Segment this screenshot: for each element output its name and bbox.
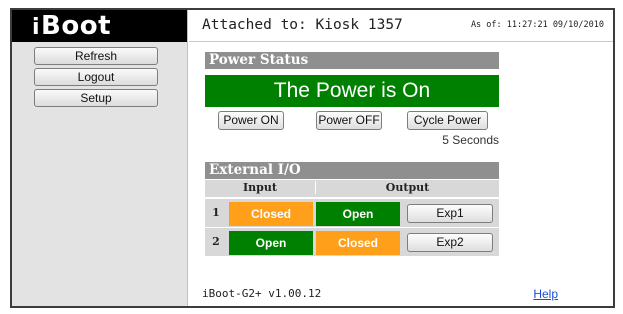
logo-name: Boot: [41, 11, 112, 41]
io-row-number: 1: [212, 206, 220, 219]
attached-device-title: Attached to: Kiosk 1357: [202, 17, 403, 33]
footer: iBoot-G2+ v1.00.12 Help: [189, 282, 613, 306]
last-updated-timestamp: As of: 11:27:21 09/10/2010: [470, 20, 604, 30]
io-input-status: Closed: [229, 202, 313, 226]
header-bar: Attached to: Kiosk 1357 As of: 11:27:21 …: [189, 10, 613, 42]
refresh-button[interactable]: Refresh: [34, 47, 158, 65]
logout-button[interactable]: Logout: [34, 68, 158, 86]
io-output-status: Closed: [316, 231, 400, 255]
sidebar: iBoot Refresh Logout Setup: [12, 10, 188, 306]
io-output-status: Open: [316, 202, 400, 226]
main-panel: Attached to: Kiosk 1357 As of: 11:27:21 …: [189, 10, 613, 306]
io-row-number: 2: [212, 235, 220, 248]
firmware-version: iBoot-G2+ v1.00.12: [202, 287, 322, 300]
setup-button[interactable]: Setup: [34, 89, 158, 107]
io-table-header: Input Output: [205, 180, 499, 197]
power-status-banner: The Power is On: [205, 75, 499, 107]
exp2-button[interactable]: Exp2: [407, 233, 493, 252]
external-io-heading: External I/O: [205, 162, 499, 179]
power-status-heading: Power Status: [205, 52, 499, 69]
io-output-header: Output: [315, 181, 499, 194]
power-on-button[interactable]: Power ON: [218, 111, 284, 130]
io-input-header: Input: [243, 181, 277, 194]
help-link[interactable]: Help: [533, 287, 558, 301]
app-window: iBoot Refresh Logout Setup Attached to: …: [10, 8, 615, 308]
power-off-button[interactable]: Power OFF: [316, 111, 382, 130]
logo-prefix: i: [32, 15, 41, 40]
cycle-power-button[interactable]: Cycle Power: [407, 111, 488, 130]
cycle-duration-label: 5 Seconds: [442, 133, 499, 147]
iboot-logo: iBoot: [32, 13, 111, 39]
sidebar-nav: Refresh Logout Setup: [12, 42, 187, 107]
exp1-button[interactable]: Exp1: [407, 204, 493, 223]
logo-bar: iBoot: [12, 10, 187, 42]
io-input-status: Open: [229, 231, 313, 255]
